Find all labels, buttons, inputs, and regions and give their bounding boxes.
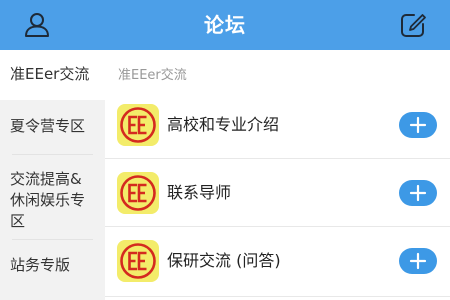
forum-name: 保研交流 (问答) [167,251,281,270]
ee-logo-icon [117,104,159,146]
row-divider [105,296,450,297]
forum-name: 联系导师 [167,183,232,202]
top-bar: 论坛 [0,0,450,50]
plus-icon[interactable] [399,180,437,206]
forum-row[interactable]: 联系导师 [105,159,450,227]
sidebar-item-label: 交流提高&休闲娱乐专区 [10,170,86,230]
ee-logo-icon [117,240,159,282]
forum-name: 高校和专业介绍 [167,115,280,134]
forum-row[interactable]: 保研交流 (问答) [105,227,450,295]
sidebar: 准EEer交流 夏令营专区 交流提高&休闲娱乐专区 站务专版 [0,50,105,300]
forum-row[interactable]: 高校和专业介绍 [105,91,450,159]
sidebar-item-zhun-eeer[interactable]: 准EEer交流 [0,50,105,100]
sidebar-item-label: 准EEer交流 [10,65,90,83]
page-title: 论坛 [204,13,246,37]
compose-edit-icon[interactable] [398,10,428,40]
sidebar-item-label: 夏令营专区 [10,117,86,135]
section-title: 准EEer交流 [118,68,187,83]
sidebar-item-site-affairs[interactable]: 站务专版 [0,240,105,300]
ee-logo-icon [117,172,159,214]
plus-icon[interactable] [399,248,437,274]
forum-list-panel: 准EEer交流 高校和专业介绍 联系导师 保研交流 (问答) [105,50,450,300]
plus-icon[interactable] [399,112,437,138]
sidebar-item-exchange-leisure[interactable]: 交流提高&休闲娱乐专区 [0,155,105,239]
sidebar-item-summer-camp[interactable]: 夏令营专区 [0,100,105,154]
sidebar-item-label: 站务专版 [10,256,71,274]
